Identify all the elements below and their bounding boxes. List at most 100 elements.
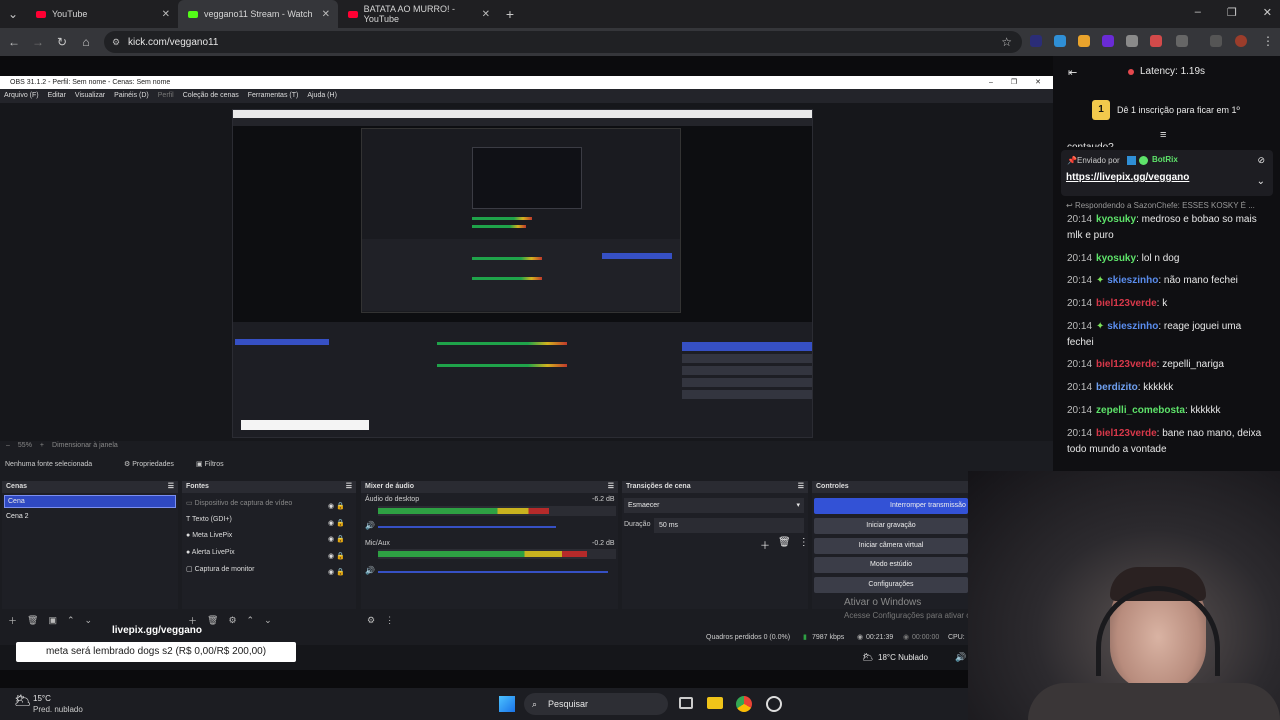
scene-item-cena[interactable]: Cena	[4, 495, 176, 508]
menu-editar[interactable]: Editar	[48, 89, 66, 103]
studio-mode-button[interactable]: Modo estúdio	[814, 557, 968, 573]
source-item-alerta-livepix[interactable]: ● Alerta LivePix	[186, 549, 235, 556]
menu-ajuda[interactable]: Ajuda (H)	[307, 89, 337, 103]
maximize-icon[interactable]: ❐	[1227, 6, 1237, 19]
arrow-up-icon[interactable]: ⌃	[247, 615, 255, 626]
menu-arquivo[interactable]: Arquivo (F)	[4, 89, 39, 103]
extension-icon[interactable]	[1126, 35, 1138, 47]
tab-kick[interactable]: veggano11 Stream - Watch ✕	[178, 0, 338, 28]
menu-ferramentas[interactable]: Ferramentas (T)	[248, 89, 299, 103]
dock-menu-icon[interactable]: ☰	[608, 481, 614, 493]
message-user[interactable]: skieszinho	[1107, 275, 1158, 286]
minimize-icon[interactable]: –	[1195, 6, 1201, 19]
more-icon[interactable]: ⋮	[385, 615, 394, 626]
close-tab-icon[interactable]: ✕	[162, 9, 170, 20]
source-item-monitor-capture[interactable]: ▢ Captura de monitor	[186, 565, 255, 573]
message-user[interactable]: biel123verde	[1096, 428, 1157, 439]
scene-item-cena-2[interactable]: Cena 2	[6, 513, 29, 520]
transition-select[interactable]: Esmaecer ▾	[624, 498, 804, 513]
message-user[interactable]: biel123verde	[1096, 298, 1157, 309]
properties-button[interactable]: ⚙ Propriedades	[124, 456, 174, 474]
message-user[interactable]: biel123verde	[1096, 359, 1157, 370]
trash-icon[interactable]: 🗑	[207, 615, 218, 626]
filter-icon[interactable]: ▣	[48, 615, 57, 626]
trash-icon[interactable]: 🗑	[778, 537, 791, 552]
message-user[interactable]: skieszinho	[1107, 321, 1158, 332]
eye-icon[interactable]: ◉ 🔒	[328, 516, 345, 533]
forward-icon[interactable]: →	[26, 35, 50, 49]
message-user[interactable]: zepelli_comebosta	[1096, 405, 1185, 416]
zoom-plus-icon[interactable]: +	[40, 442, 44, 449]
chrome-icon[interactable]	[736, 696, 752, 712]
menu-perfil[interactable]: Perfil	[158, 89, 174, 103]
more-icon[interactable]: ⋮	[799, 537, 809, 552]
extensions-puzzle-icon[interactable]	[1176, 35, 1188, 47]
filters-button[interactable]: ▣ Filtros	[196, 456, 224, 474]
scroll-icon[interactable]: ≡	[1160, 129, 1166, 141]
dock-menu-icon[interactable]: ☰	[346, 481, 352, 493]
home-icon[interactable]: ⌂	[74, 35, 98, 49]
close-window-icon[interactable]: ✕	[1035, 76, 1041, 89]
unpin-icon[interactable]: ⊘	[1257, 155, 1265, 166]
extension-icon[interactable]	[1078, 35, 1090, 47]
add-icon[interactable]: ＋	[8, 614, 17, 627]
back-icon[interactable]: ←	[2, 35, 26, 49]
extension-icon[interactable]	[1102, 35, 1114, 47]
trash-icon[interactable]: 🗑	[27, 615, 38, 626]
zoom-minus-icon[interactable]: –	[6, 442, 10, 449]
url-field[interactable]: ⚙ kick.com/veggano11 ☆	[104, 31, 1022, 53]
tab-youtube[interactable]: YouTube ✕	[26, 0, 178, 28]
settings-button[interactable]: Configurações	[814, 577, 968, 593]
virtual-camera-button[interactable]: Iniciar câmera virtual	[814, 538, 968, 554]
volume-icon[interactable]: 🔊	[365, 521, 375, 530]
avatar[interactable]	[1235, 35, 1247, 47]
stop-streaming-button[interactable]: Interromper transmissão	[814, 498, 968, 514]
extension-icon[interactable]	[1054, 35, 1066, 47]
dock-menu-icon[interactable]: ☰	[168, 481, 174, 493]
close-tab-icon[interactable]: ✕	[482, 9, 490, 20]
minimize-icon[interactable]: –	[989, 76, 993, 89]
start-recording-button[interactable]: Iniciar gravação	[814, 518, 968, 534]
close-tab-icon[interactable]: ✕	[322, 9, 330, 20]
message-user[interactable]: berdizito	[1096, 382, 1138, 393]
mic-volume-slider[interactable]	[378, 571, 608, 573]
tab-search-icon[interactable]: ⌄	[0, 7, 26, 21]
pinned-link[interactable]: https://livepix.gg/veggano	[1066, 172, 1189, 183]
add-icon[interactable]: ＋	[760, 537, 770, 552]
task-view-icon[interactable]	[679, 697, 693, 709]
menu-dots-icon[interactable]: ⋮	[1262, 34, 1274, 48]
site-info-icon[interactable]: ⚙	[112, 37, 120, 48]
volume-icon[interactable]: 🔊	[365, 566, 375, 575]
reload-icon[interactable]: ↻	[50, 35, 74, 49]
gear-icon[interactable]: ⚙	[228, 615, 236, 626]
arrow-down-icon[interactable]: ⌄	[264, 615, 272, 626]
new-tab-icon[interactable]: +	[498, 6, 522, 22]
obs-icon[interactable]	[766, 696, 782, 712]
eye-icon[interactable]: ◉ 🔒	[328, 499, 345, 516]
file-explorer-icon[interactable]	[707, 697, 723, 709]
eye-icon[interactable]: ◉ 🔒	[328, 532, 345, 549]
start-icon[interactable]	[499, 696, 515, 712]
resize-to-window[interactable]: Dimensionar à janela	[52, 442, 118, 449]
duration-field[interactable]: 50 ms	[654, 518, 804, 533]
eye-icon[interactable]: ◉ 🔒	[328, 549, 345, 566]
taskbar-search[interactable]: ⌕ Pesquisar	[524, 693, 668, 715]
menu-colecao[interactable]: Coleção de cenas	[183, 89, 239, 103]
message-user[interactable]: kyosuky	[1096, 214, 1136, 225]
menu-visualizar[interactable]: Visualizar	[75, 89, 105, 103]
extension-icon[interactable]	[1030, 35, 1042, 47]
source-item-text[interactable]: T Texto (GDI+)	[186, 516, 232, 523]
chevron-down-icon[interactable]: ⌄	[1257, 176, 1265, 187]
arrow-down-icon[interactable]: ⌄	[85, 615, 93, 626]
eye-icon[interactable]: ◉ 🔒	[328, 565, 345, 582]
dock-menu-icon[interactable]: ☰	[798, 481, 804, 493]
advanced-audio-icon[interactable]: ⚙	[367, 615, 375, 626]
sub-prompt[interactable]: Dê 1 inscrição para ficar em 1º	[1117, 105, 1240, 115]
bookmark-star-icon[interactable]: ☆	[1001, 35, 1012, 49]
desktop-volume-slider[interactable]	[378, 526, 556, 528]
close-window-icon[interactable]: ✕	[1263, 6, 1272, 19]
tab-batata[interactable]: BATATA AO MURRO! - YouTube ✕	[338, 0, 498, 28]
message-user[interactable]: kyosuky	[1096, 253, 1136, 264]
source-item-video-capture[interactable]: ▭ Dispositivo de captura de vídeo	[186, 499, 292, 507]
menu-paineis[interactable]: Painéis (D)	[114, 89, 149, 103]
